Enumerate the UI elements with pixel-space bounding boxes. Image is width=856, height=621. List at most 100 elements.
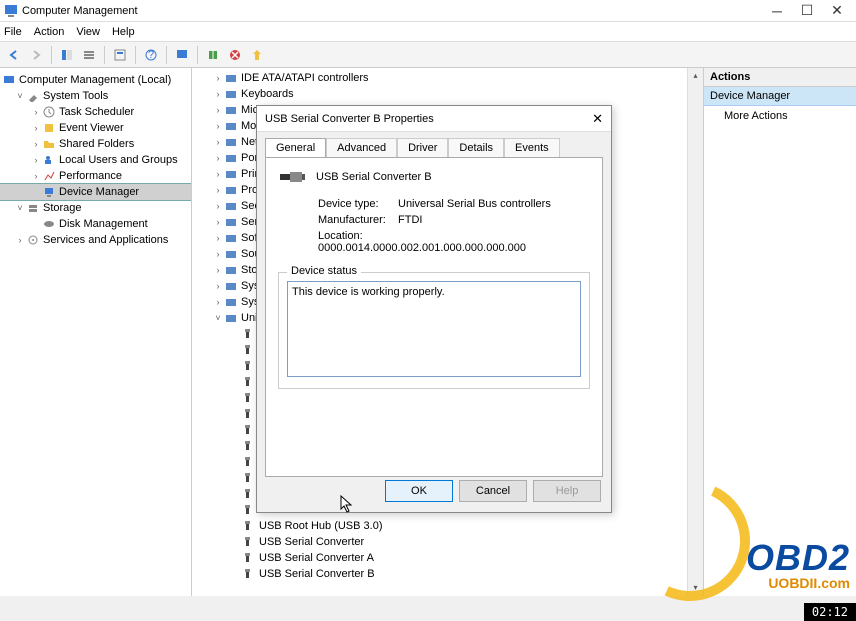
expand-icon[interactable]: › bbox=[212, 153, 224, 163]
collapse-icon[interactable]: ˅ bbox=[14, 91, 26, 101]
update-icon[interactable] bbox=[247, 45, 267, 65]
dialog-close-button[interactable]: ✕ bbox=[592, 111, 603, 127]
expand-icon[interactable]: › bbox=[212, 121, 224, 131]
device-status-label: Device status bbox=[287, 265, 361, 277]
expand-icon[interactable]: › bbox=[212, 89, 224, 99]
menu-view[interactable]: View bbox=[76, 26, 100, 38]
perf-icon bbox=[42, 169, 56, 183]
usb-icon bbox=[242, 519, 256, 533]
usb-icon bbox=[242, 455, 256, 469]
scroll-down-icon[interactable]: ▾ bbox=[688, 580, 703, 596]
expand-icon[interactable]: › bbox=[212, 265, 224, 275]
expand-icon[interactable]: › bbox=[212, 201, 224, 211]
computer-icon bbox=[2, 73, 16, 87]
expand-icon[interactable]: › bbox=[212, 297, 224, 307]
device-item[interactable]: USB Serial Converter B bbox=[212, 566, 703, 582]
tree-event-viewer[interactable]: ›Event Viewer bbox=[0, 120, 191, 136]
forward-button[interactable] bbox=[26, 45, 46, 65]
expand-icon[interactable]: › bbox=[212, 281, 224, 291]
device-category[interactable]: ›IDE ATA/ATAPI controllers bbox=[212, 70, 703, 86]
manufacturer-value: FTDI bbox=[398, 214, 422, 226]
left-tree-pane: Computer Management (Local) ˅ System Too… bbox=[0, 68, 192, 596]
tree-disk-management[interactable]: Disk Management bbox=[0, 216, 191, 232]
svg-text:?: ? bbox=[148, 49, 154, 61]
collapse-icon[interactable]: ˅ bbox=[14, 203, 26, 213]
usb-icon bbox=[242, 407, 256, 421]
back-button[interactable] bbox=[4, 45, 24, 65]
device-label: USB Serial Converter A bbox=[259, 552, 374, 564]
location-value: 0000.0014.0000.002.001.000.000.000.000 bbox=[318, 242, 526, 254]
expand-icon[interactable]: › bbox=[212, 249, 224, 259]
tab-advanced[interactable]: Advanced bbox=[326, 138, 397, 157]
expand-icon[interactable]: › bbox=[212, 233, 224, 243]
expand-icon[interactable]: › bbox=[212, 169, 224, 179]
users-icon bbox=[42, 153, 56, 167]
properties-button[interactable] bbox=[110, 45, 130, 65]
expand-icon[interactable]: › bbox=[212, 73, 224, 83]
scan-icon[interactable] bbox=[203, 45, 223, 65]
tree-root[interactable]: Computer Management (Local) bbox=[0, 72, 191, 88]
tab-driver[interactable]: Driver bbox=[397, 138, 448, 157]
help-button[interactable]: ? bbox=[141, 45, 161, 65]
tree-local-users[interactable]: ›Local Users and Groups bbox=[0, 152, 191, 168]
uninstall-icon[interactable] bbox=[225, 45, 245, 65]
device-category[interactable]: ›Keyboards bbox=[212, 86, 703, 102]
category-icon bbox=[224, 151, 238, 165]
monitor-icon[interactable] bbox=[172, 45, 192, 65]
cancel-button[interactable]: Cancel bbox=[459, 480, 527, 502]
close-button[interactable]: ✕ bbox=[822, 2, 852, 19]
properties-dialog: USB Serial Converter B Properties ✕ Gene… bbox=[256, 105, 612, 513]
event-icon bbox=[42, 121, 56, 135]
expand-icon[interactable]: › bbox=[212, 105, 224, 115]
tree-performance[interactable]: ›Performance bbox=[0, 168, 191, 184]
more-actions-item[interactable]: More Actions bbox=[704, 106, 856, 126]
menu-action[interactable]: Action bbox=[34, 26, 65, 38]
actions-pane: Actions Device Manager More Actions bbox=[704, 68, 856, 596]
menu-help[interactable]: Help bbox=[112, 26, 135, 38]
tree-task-scheduler[interactable]: ›Task Scheduler bbox=[0, 104, 191, 120]
scroll-up-icon[interactable]: ▴ bbox=[688, 68, 703, 84]
scrollbar[interactable]: ▴ ▾ bbox=[687, 68, 703, 596]
device-type-value: Universal Serial Bus controllers bbox=[398, 198, 551, 210]
tab-general[interactable]: General bbox=[265, 138, 326, 157]
category-icon bbox=[224, 87, 238, 101]
category-icon bbox=[224, 183, 238, 197]
tree-system-tools[interactable]: ˅ System Tools bbox=[0, 88, 191, 104]
category-icon bbox=[224, 119, 238, 133]
minimize-button[interactable]: ─ bbox=[762, 3, 792, 19]
maximize-button[interactable]: ☐ bbox=[792, 2, 822, 19]
device-label: USB Serial Converter bbox=[259, 536, 364, 548]
usb-icon bbox=[242, 359, 256, 373]
tab-events[interactable]: Events bbox=[504, 138, 560, 157]
usb-icon bbox=[242, 567, 256, 581]
tree-storage[interactable]: ˅Storage bbox=[0, 200, 191, 216]
device-icon bbox=[42, 185, 56, 199]
ok-button[interactable]: OK bbox=[385, 480, 453, 502]
tab-details[interactable]: Details bbox=[448, 138, 504, 157]
usb-icon bbox=[242, 391, 256, 405]
expand-icon[interactable]: › bbox=[212, 217, 224, 227]
device-item[interactable]: USB Serial Converter A bbox=[212, 550, 703, 566]
expand-icon[interactable]: › bbox=[212, 137, 224, 147]
expand-icon[interactable]: ˅ bbox=[212, 313, 224, 323]
show-hide-tree-button[interactable] bbox=[57, 45, 77, 65]
usb-icon bbox=[242, 471, 256, 485]
usb-icon bbox=[242, 439, 256, 453]
category-icon bbox=[224, 135, 238, 149]
menu-file[interactable]: File bbox=[4, 26, 22, 38]
help-button[interactable]: Help bbox=[533, 480, 601, 502]
view-button[interactable] bbox=[79, 45, 99, 65]
tree-shared-folders[interactable]: ›Shared Folders bbox=[0, 136, 191, 152]
dialog-buttons: OK Cancel Help bbox=[385, 480, 601, 502]
actions-section[interactable]: Device Manager bbox=[704, 87, 856, 106]
disk-icon bbox=[42, 217, 56, 231]
device-item[interactable]: USB Serial Converter bbox=[212, 534, 703, 550]
tree-services-apps[interactable]: ›Services and Applications bbox=[0, 232, 191, 248]
clock-icon bbox=[42, 105, 56, 119]
device-label: USB Serial Converter B bbox=[259, 568, 375, 580]
device-status-text[interactable] bbox=[287, 281, 581, 377]
device-item[interactable]: USB Root Hub (USB 3.0) bbox=[212, 518, 703, 534]
tree-device-manager[interactable]: Device Manager bbox=[0, 184, 191, 200]
expand-icon[interactable]: › bbox=[212, 185, 224, 195]
video-timer: 02:12 bbox=[804, 603, 856, 621]
